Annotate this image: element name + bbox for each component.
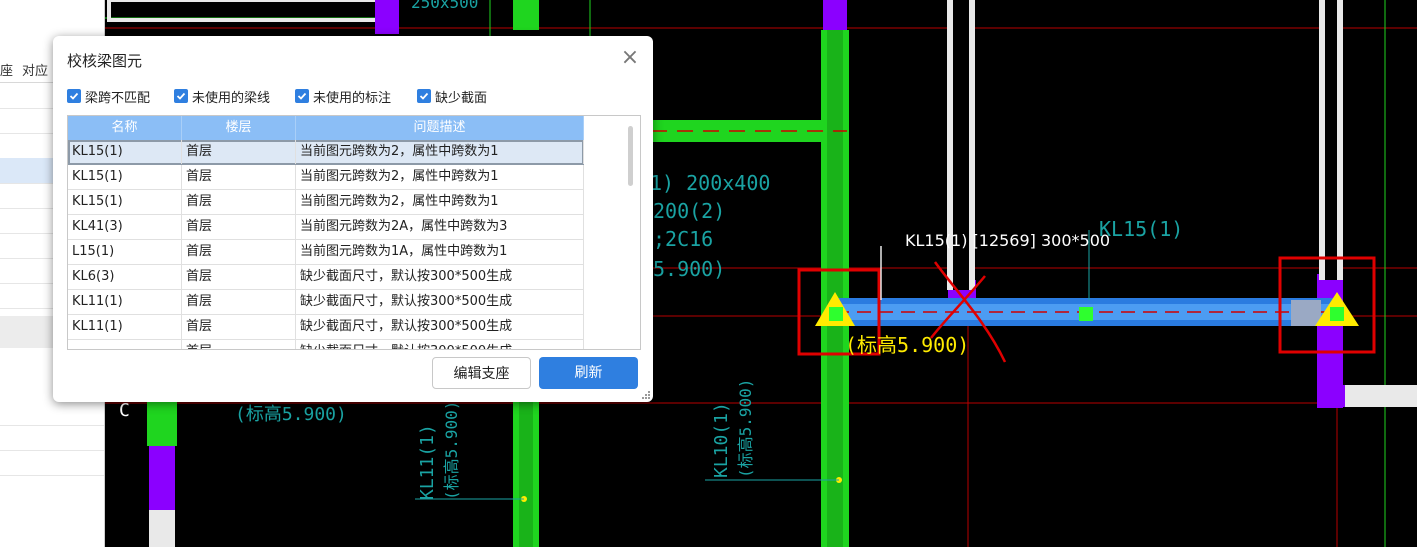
table-row[interactable]: KL6(3) 首层 缺少截面尺寸，默认按300*500生成 [68, 265, 584, 290]
kl10-beam-label: KL10(1) [711, 402, 732, 478]
checkbox-label: 未使用的标注 [313, 90, 392, 106]
vertical-scrollbar[interactable] [628, 126, 633, 186]
top-size-label: 250x500 [411, 0, 478, 12]
cell-description: 缺少截面尺寸，默认按300*500生成 [296, 340, 584, 349]
check-beam-dialog: 校核梁图元 × 梁跨不匹配 未使用的梁线 未使用的标注 缺少截面 名称 楼层 问… [53, 36, 653, 402]
checkbox-missing-section[interactable]: 缺少截面 [417, 88, 488, 106]
checkbox-unused-beam-line[interactable]: 未使用的梁线 [174, 88, 271, 106]
checkbox-label: 梁跨不匹配 [85, 90, 151, 106]
support-elevation-label: (标高5.900) [845, 333, 969, 357]
left-panel-header-cell: 座 [0, 64, 14, 79]
cell-floor: 首层 [182, 340, 296, 349]
cell-name: KL15(1) [68, 190, 182, 214]
cell-floor: 首层 [182, 265, 296, 289]
beam-size-label: 1) 200x400 [650, 171, 770, 195]
cell-name: KL15(1) [68, 140, 182, 164]
cell-name: L15(1) [68, 240, 182, 264]
bottom-elevation-label: (标高5.900) [235, 404, 347, 425]
checkbox-label: 未使用的梁线 [192, 90, 271, 106]
table-header: 名称 楼层 问题描述 [68, 116, 584, 140]
cell-description: 缺少截面尺寸，默认按300*500生成 [296, 290, 584, 314]
column-header-description[interactable]: 问题描述 [296, 116, 584, 140]
app-window: 座 对应 KL15(1) [12569] 300*500 1) 200x400 … [0, 0, 1417, 547]
edit-support-button[interactable]: 编辑支座 [432, 357, 531, 389]
cell-description: 缺少截面尺寸，默认按300*500生成 [296, 315, 584, 339]
table-row[interactable]: KL15(1) 首层 当前图元跨数为2，属性中跨数为1 [68, 140, 584, 165]
left-panel-row[interactable] [0, 400, 104, 426]
dialog-title: 校核梁图元 [67, 52, 143, 70]
checkbox-checked-icon[interactable] [67, 89, 81, 103]
left-panel-row[interactable] [0, 425, 104, 451]
left-panel-row[interactable] [0, 450, 104, 476]
checkbox-checked-icon[interactable] [174, 89, 188, 103]
table-row[interactable]: 首层缺少截面尺寸，默认按300*500生成 [68, 340, 584, 349]
problem-table: 名称 楼层 问题描述 KL15(1) 首层 当前图元跨数为2，属性中跨数为1 KL15… [67, 115, 641, 350]
column-header-floor[interactable]: 楼层 [182, 116, 296, 140]
rebar-label-2: ;2C16 [653, 227, 713, 251]
cell-description: 当前图元跨数为2，属性中跨数为1 [296, 190, 584, 214]
kl11-beam-label: KL11(1) [417, 424, 438, 500]
table-row[interactable]: KL15(1) 首层 当前图元跨数为2，属性中跨数为1 [68, 165, 584, 190]
table-row[interactable]: KL41(3) 首层 当前图元跨数为2A，属性中跨数为3 [68, 215, 584, 240]
cell-name: KL11(1) [68, 315, 182, 339]
checkbox-unused-annotation[interactable]: 未使用的标注 [295, 88, 392, 106]
cell-name: KL6(3) [68, 265, 182, 289]
checkbox-checked-icon[interactable] [417, 89, 431, 103]
resize-grip-icon[interactable] [641, 390, 651, 400]
cell-description: 当前图元跨数为2，属性中跨数为1 [296, 140, 584, 164]
refresh-button[interactable]: 刷新 [539, 357, 638, 389]
table-row[interactable]: KL11(1) 首层 缺少截面尺寸，默认按300*500生成 [68, 290, 584, 315]
close-icon[interactable]: × [619, 47, 641, 70]
rebar-label-1: 200(2) [653, 199, 725, 223]
cell-floor: 首层 [182, 190, 296, 214]
kl11-elevation-label: (标高5.900) [442, 401, 461, 500]
elevation-label: 5.900) [653, 257, 725, 281]
cell-floor: 首层 [182, 290, 296, 314]
table-row[interactable]: L15(1) 首层 当前图元跨数为1A，属性中跨数为1 [68, 240, 584, 265]
table-row[interactable]: KL11(1) 首层 缺少截面尺寸，默认按300*500生成 [68, 315, 584, 340]
checkbox-label: 缺少截面 [435, 90, 488, 106]
cell-name: KL15(1) [68, 165, 182, 189]
cell-floor: 首层 [182, 140, 296, 164]
cell-name [68, 340, 182, 349]
left-panel-header-cell: 对应 [22, 64, 49, 79]
cell-description: 当前图元跨数为2A，属性中跨数为3 [296, 215, 584, 239]
cell-description: 当前图元跨数为1A，属性中跨数为1 [296, 240, 584, 264]
checkbox-span-mismatch[interactable]: 梁跨不匹配 [67, 88, 151, 106]
kl15-beam-label: KL15(1) [1099, 217, 1183, 241]
kl10-elevation-label: (标高5.900) [736, 379, 755, 478]
cell-name: KL41(3) [68, 215, 182, 239]
checkbox-checked-icon[interactable] [295, 89, 309, 103]
selected-beam-tooltip: KL15(1) [12569] 300*500 [905, 231, 1110, 250]
axis-c-label: C [119, 400, 130, 421]
cell-floor: 首层 [182, 315, 296, 339]
cell-name: KL11(1) [68, 290, 182, 314]
cell-floor: 首层 [182, 240, 296, 264]
cell-floor: 首层 [182, 165, 296, 189]
cell-description: 当前图元跨数为2，属性中跨数为1 [296, 165, 584, 189]
cell-description: 缺少截面尺寸，默认按300*500生成 [296, 265, 584, 289]
table-row[interactable]: KL15(1) 首层 当前图元跨数为2，属性中跨数为1 [68, 190, 584, 215]
column-header-name[interactable]: 名称 [68, 116, 182, 140]
cell-floor: 首层 [182, 215, 296, 239]
